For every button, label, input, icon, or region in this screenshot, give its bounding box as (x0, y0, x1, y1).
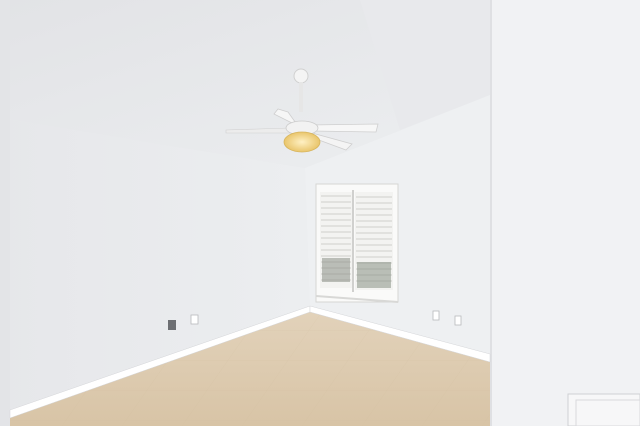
floor-vent-icon (567, 393, 640, 426)
fan-light-globe (283, 131, 321, 153)
window-shutter-icon (315, 183, 399, 303)
left-edge-wall (0, 0, 10, 426)
room-photo (0, 0, 640, 426)
right-wall (490, 0, 640, 426)
outlet-icon (168, 320, 176, 330)
outlet-icon (190, 314, 199, 325)
outlet-icon (454, 315, 462, 326)
outlet-icon (432, 310, 440, 321)
